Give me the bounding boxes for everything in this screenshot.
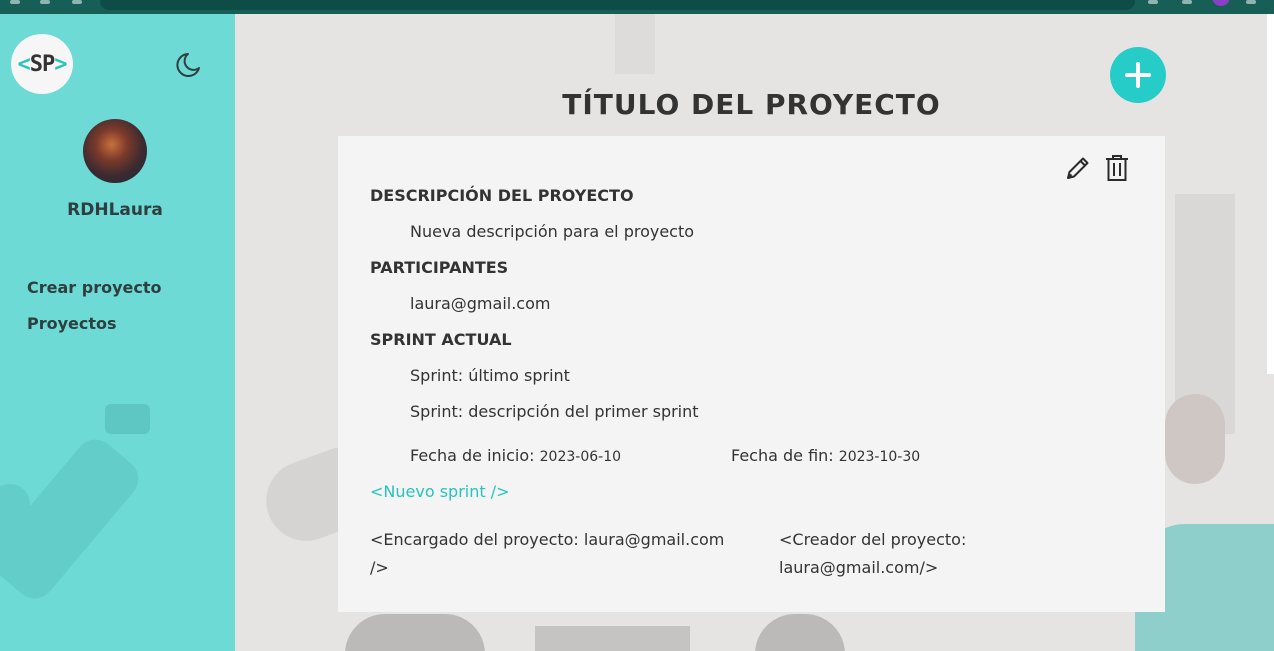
sidebar-illustration bbox=[105, 404, 150, 434]
participant-email: laura@gmail.com bbox=[410, 294, 551, 313]
end-date-value: 2023-10-30 bbox=[838, 449, 921, 465]
app-logo[interactable]: < SP > bbox=[11, 34, 73, 94]
page-title: TÍTULO DEL PROYECTO bbox=[562, 88, 941, 121]
sidebar-item-crear-proyecto[interactable]: Crear proyecto bbox=[27, 278, 161, 297]
project-creator-line: laura@gmail.com/> bbox=[779, 558, 939, 577]
project-creator-line: <Creador del proyecto: bbox=[779, 530, 967, 549]
description-heading: DESCRIPCIÓN DEL PROYECTO bbox=[370, 186, 634, 205]
address-bar[interactable] bbox=[100, 0, 1135, 10]
logo-bracket-left: < bbox=[17, 51, 31, 77]
background-illustration bbox=[1165, 394, 1225, 484]
sprint-name: Sprint: último sprint bbox=[410, 366, 570, 385]
forward-icon[interactable] bbox=[40, 0, 50, 4]
sidebar-item-proyectos[interactable]: Proyectos bbox=[27, 314, 117, 333]
project-manager-line: <Encargado del proyecto: laura@gmail.com bbox=[370, 530, 725, 549]
plus-icon bbox=[1125, 62, 1151, 88]
extensions-icon[interactable] bbox=[1148, 0, 1158, 4]
start-date-label: Fecha de inicio: bbox=[410, 446, 535, 465]
logo-text: SP bbox=[29, 51, 55, 77]
sprint-description: Sprint: descripción del primer sprint bbox=[410, 402, 699, 421]
sidebar: < SP > RDHLaura Crear proyecto Proyectos bbox=[0, 14, 235, 651]
end-date-label: Fecha de fin: bbox=[731, 446, 834, 465]
username: RDHLaura bbox=[67, 200, 163, 220]
sidebar-toggle-icon[interactable] bbox=[1182, 0, 1192, 4]
background-illustration bbox=[755, 614, 845, 651]
participants-heading: PARTICIPANTES bbox=[370, 258, 509, 277]
project-creator: <Creador del proyecto: laura@gmail.com/> bbox=[779, 526, 966, 582]
trash-icon[interactable] bbox=[1104, 154, 1130, 182]
sidebar-illustration bbox=[0, 484, 30, 544]
sprint-heading: SPRINT ACTUAL bbox=[370, 330, 512, 349]
start-date-value: 2023-06-10 bbox=[539, 449, 622, 465]
user-avatar bbox=[83, 119, 147, 183]
new-sprint-link[interactable]: <Nuevo sprint /> bbox=[370, 482, 510, 501]
project-manager-line: /> bbox=[370, 558, 389, 577]
end-date: Fecha de fin: 2023-10-30 bbox=[731, 446, 920, 465]
reload-icon[interactable] bbox=[72, 0, 82, 4]
back-icon[interactable] bbox=[10, 0, 20, 4]
start-date: Fecha de inicio: 2023-06-10 bbox=[410, 446, 621, 465]
background-illustration bbox=[615, 14, 655, 74]
scrollbar[interactable] bbox=[1267, 14, 1274, 374]
browser-toolbar bbox=[0, 0, 1274, 14]
background-illustration bbox=[535, 626, 690, 651]
moon-icon[interactable] bbox=[172, 50, 202, 80]
logo-bracket-right: > bbox=[54, 51, 67, 77]
project-manager: <Encargado del proyecto: laura@gmail.com… bbox=[370, 526, 724, 582]
background-illustration bbox=[345, 614, 485, 651]
pencil-icon[interactable] bbox=[1064, 154, 1092, 182]
profile-avatar[interactable] bbox=[1212, 0, 1230, 6]
project-description: Nueva descripción para el proyecto bbox=[410, 222, 695, 241]
menu-icon[interactable] bbox=[1246, 0, 1256, 4]
